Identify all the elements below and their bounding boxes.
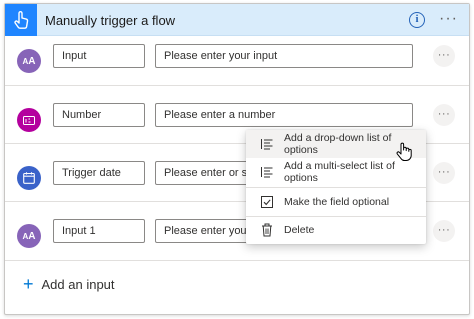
list-icon xyxy=(261,167,273,178)
card-header[interactable]: Manually trigger a flow i ··· xyxy=(5,4,469,36)
info-icon[interactable]: i xyxy=(409,12,425,28)
input-name-field[interactable]: Input 1 xyxy=(53,219,145,243)
hand-cursor-icon xyxy=(396,142,412,161)
row-more-icon[interactable]: ··· xyxy=(433,220,455,242)
text-type-icon: AA xyxy=(17,224,41,248)
add-input-button[interactable]: + Add an input xyxy=(23,274,115,294)
text-type-icon: AA xyxy=(17,49,41,73)
menu-item-label: Delete xyxy=(284,224,315,236)
menu-item-label: Make the field optional xyxy=(284,196,390,208)
more-icon[interactable]: ··· xyxy=(439,10,458,28)
input-name-field[interactable]: Input xyxy=(53,44,145,68)
number-value-field[interactable]: Please enter a number xyxy=(155,103,413,127)
list-icon xyxy=(261,139,273,150)
row-more-icon[interactable]: ··· xyxy=(433,104,455,126)
touch-icon xyxy=(5,4,37,36)
number-name-field[interactable]: Number xyxy=(53,103,145,127)
plus-icon: + xyxy=(23,274,34,294)
date-name-field[interactable]: Trigger date xyxy=(53,161,145,185)
menu-item-label: Add a multi-select list of options xyxy=(284,160,395,184)
row-more-icon[interactable]: ··· xyxy=(433,162,455,184)
checkbox-icon xyxy=(261,196,273,208)
calendar-icon xyxy=(17,166,41,190)
menu-item-make-optional[interactable]: Make the field optional xyxy=(246,188,426,216)
row-divider xyxy=(5,260,469,261)
trash-icon xyxy=(262,223,272,237)
menu-item-delete[interactable]: Delete xyxy=(246,216,426,244)
card-title: Manually trigger a flow xyxy=(45,13,176,28)
input-value-field[interactable]: Please enter your input xyxy=(155,44,413,68)
menu-item-multiselect-list[interactable]: Add a multi-select list of options xyxy=(246,158,426,186)
add-input-label: Add an input xyxy=(41,276,115,292)
input-row: AA Input Please enter your input ··· xyxy=(5,41,469,81)
row-divider xyxy=(5,85,469,86)
row-more-icon[interactable]: ··· xyxy=(433,45,455,67)
number-type-icon xyxy=(17,108,41,132)
